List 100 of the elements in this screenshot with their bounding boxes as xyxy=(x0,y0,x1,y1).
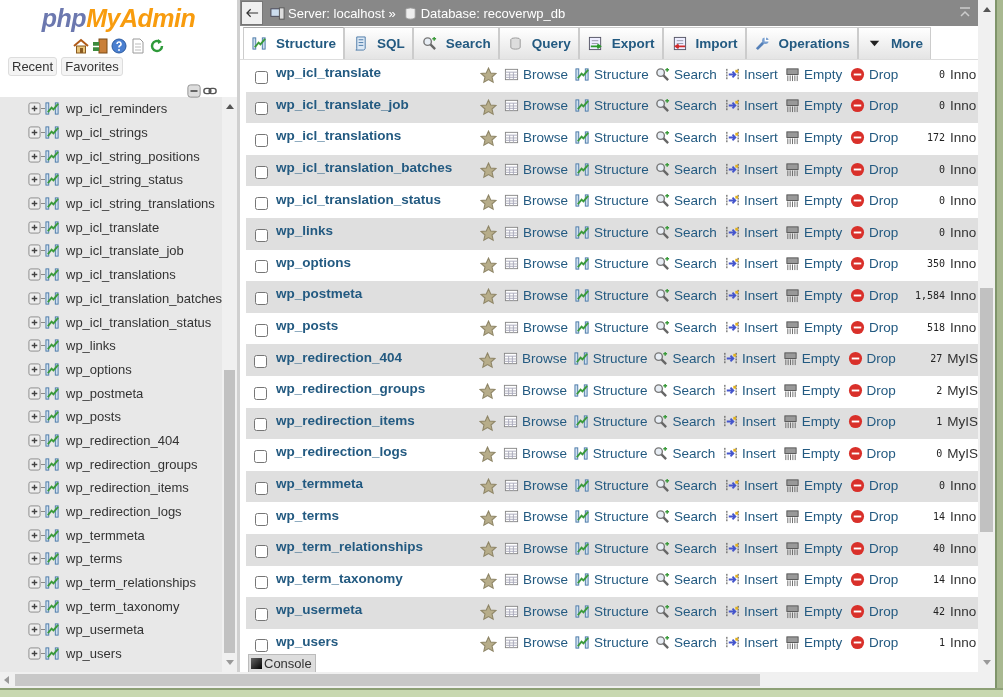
tab[interactable]: Query xyxy=(498,27,579,59)
tree-item[interactable]: wp_posts xyxy=(66,409,121,425)
row-checkbox[interactable] xyxy=(254,102,268,116)
expand-icon[interactable] xyxy=(28,433,41,447)
expand-icon[interactable] xyxy=(28,505,41,519)
action-link[interactable]: Browse xyxy=(504,509,575,525)
row-checkbox[interactable] xyxy=(254,165,268,179)
tree-item[interactable]: wp_icl_translate xyxy=(66,219,160,235)
tree-item[interactable]: wp_terms xyxy=(66,551,123,567)
action-link[interactable]: Browse xyxy=(504,635,575,651)
action-link[interactable]: Drop xyxy=(847,382,898,398)
row-checkbox[interactable] xyxy=(254,607,268,621)
action-link[interactable]: Empty xyxy=(785,224,850,240)
action-link[interactable]: Empty xyxy=(782,382,848,398)
star-icon[interactable] xyxy=(480,541,497,559)
expand-icon[interactable] xyxy=(28,528,41,542)
action-link[interactable]: Drop xyxy=(850,509,900,525)
home-icon[interactable] xyxy=(72,38,89,54)
action-link[interactable]: Browse xyxy=(504,130,575,145)
star-icon[interactable] xyxy=(479,383,497,401)
favorites-button[interactable]: Favorites xyxy=(61,57,123,76)
console-tab[interactable]: Console xyxy=(248,654,316,672)
action-link[interactable]: Structure xyxy=(575,509,655,525)
help-icon[interactable] xyxy=(110,38,127,54)
action-link[interactable]: Browse xyxy=(504,477,575,493)
tree-item[interactable]: wp_icl_translation_status xyxy=(66,314,212,330)
star-icon[interactable] xyxy=(480,67,497,85)
action-link[interactable]: Empty xyxy=(785,477,850,493)
tree-item[interactable]: wp_icl_string_status xyxy=(66,172,184,188)
action-link[interactable]: Browse xyxy=(504,193,575,209)
action-link[interactable]: Search xyxy=(655,224,725,240)
table-name-link[interactable]: wp_icl_translate xyxy=(276,65,480,81)
action-link[interactable]: Insert xyxy=(725,224,785,240)
back-arrow-icon[interactable] xyxy=(245,8,259,18)
action-link[interactable]: Structure xyxy=(575,287,655,303)
star-icon[interactable] xyxy=(480,572,497,590)
tree-item[interactable]: wp_icl_string_translations xyxy=(66,196,215,212)
scrollbar-thumb[interactable] xyxy=(224,370,236,653)
action-link[interactable]: Browse xyxy=(504,66,575,82)
action-link[interactable]: Insert xyxy=(725,319,785,335)
action-link[interactable]: Search xyxy=(655,319,725,335)
action-link[interactable]: Search xyxy=(655,572,725,588)
scroll-up-icon[interactable] xyxy=(225,104,234,109)
table-name-link[interactable]: wp_icl_translation_status xyxy=(276,191,480,207)
row-checkbox[interactable] xyxy=(254,418,268,432)
tab[interactable]: Import xyxy=(662,27,746,59)
scrollbar-thumb[interactable] xyxy=(15,674,760,686)
expand-icon[interactable] xyxy=(28,244,41,258)
action-link[interactable]: Browse xyxy=(504,603,575,619)
logo[interactable]: phpMyAdmin xyxy=(41,4,196,32)
table-name-link[interactable]: wp_redirection_items xyxy=(275,412,480,428)
action-link[interactable]: Structure xyxy=(573,382,654,398)
star-icon[interactable] xyxy=(480,225,497,243)
action-link[interactable]: Empty xyxy=(785,193,850,209)
action-link[interactable]: Drop xyxy=(850,66,900,82)
tree-item[interactable]: wp_redirection_items xyxy=(66,480,189,496)
action-link[interactable]: Insert xyxy=(725,477,785,493)
action-link[interactable]: Drop xyxy=(850,603,900,619)
scroll-down-icon[interactable] xyxy=(982,660,991,665)
action-link[interactable]: Drop xyxy=(850,319,900,335)
action-link[interactable]: Browse xyxy=(502,351,574,367)
action-link[interactable]: Browse xyxy=(502,445,574,461)
action-link[interactable]: Browse xyxy=(504,287,575,303)
action-link[interactable]: Search xyxy=(655,540,725,556)
action-link[interactable]: Search xyxy=(653,445,724,461)
star-icon[interactable] xyxy=(480,478,497,495)
action-link[interactable]: Empty xyxy=(785,540,850,556)
action-link[interactable]: Search xyxy=(655,130,725,145)
action-link[interactable]: Drop xyxy=(850,161,900,177)
star-icon[interactable] xyxy=(480,98,497,116)
scrollbar[interactable] xyxy=(222,97,237,672)
action-link[interactable]: Drop xyxy=(847,445,898,461)
star-icon[interactable] xyxy=(480,288,497,306)
expand-icon[interactable] xyxy=(28,220,41,234)
action-link[interactable]: Search xyxy=(655,161,725,177)
action-link[interactable]: Insert xyxy=(725,572,785,588)
star-icon[interactable] xyxy=(480,320,497,338)
tree-item[interactable]: wp_links xyxy=(66,338,116,354)
action-link[interactable]: Structure xyxy=(575,477,655,493)
action-link[interactable]: Browse xyxy=(504,319,575,335)
star-icon[interactable] xyxy=(479,414,497,432)
action-link[interactable]: Insert xyxy=(725,540,785,556)
action-link[interactable]: Browse xyxy=(504,98,575,114)
action-link[interactable]: Insert xyxy=(725,509,785,525)
action-link[interactable]: Structure xyxy=(575,540,655,556)
action-link[interactable]: Insert xyxy=(725,287,785,303)
action-link[interactable]: Drop xyxy=(850,193,900,209)
table-name-link[interactable]: wp_term_relationships xyxy=(276,539,480,555)
star-icon[interactable] xyxy=(479,351,497,369)
action-link[interactable]: Empty xyxy=(785,572,850,588)
reload-icon[interactable] xyxy=(148,38,165,54)
expand-icon[interactable] xyxy=(28,576,41,590)
row-checkbox[interactable] xyxy=(254,449,268,463)
action-link[interactable]: Empty xyxy=(782,445,848,461)
expand-icon[interactable] xyxy=(28,599,41,613)
action-link[interactable]: Drop xyxy=(847,351,898,367)
expand-icon[interactable] xyxy=(28,126,41,140)
table-name-link[interactable]: wp_redirection_logs xyxy=(275,444,480,460)
collapse-all-icon[interactable] xyxy=(187,84,201,98)
action-link[interactable]: Empty xyxy=(785,319,850,335)
